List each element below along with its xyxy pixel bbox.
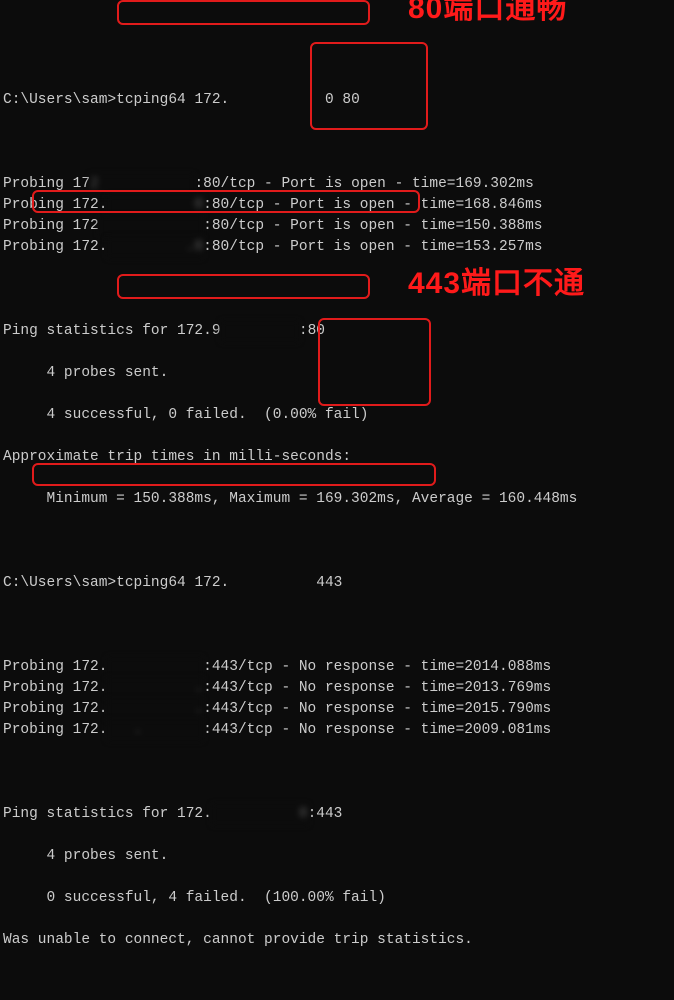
terminal-output: C:\Users\sam>tcping64 172. 443 — [3, 573, 674, 594]
unable-line: Was unable to connect, cannot provide tr… — [3, 930, 674, 951]
port-status: Port is open — [290, 197, 394, 213]
annotation-80: 80端口通畅 — [408, 0, 567, 19]
port-status: No response — [299, 680, 395, 696]
blank — [3, 762, 674, 783]
prompt: C:\Users\sam> — [3, 92, 116, 108]
port-status: No response — [299, 659, 395, 675]
probe-line: Probing 172. .0:80/tcp - Port is open - … — [3, 237, 674, 258]
stats-result-1: 4 successful, 0 failed. (0.00% fail) — [3, 405, 674, 426]
prompt: C:\Users\sam> — [3, 575, 116, 591]
approx-header: Approximate trip times in milli-seconds: — [3, 447, 674, 468]
probe-line: Probing 172 :80/tcp - Port is open - tim… — [3, 174, 674, 195]
stats-header-2: Ping statistics for 172. 0:443 — [3, 804, 674, 825]
redacted: 0 — [212, 804, 308, 825]
stats-result-2: 0 successful, 4 failed. (100.00% fail) — [3, 888, 674, 909]
probe-line: Probing 172. .:443/tcp - No response - t… — [3, 678, 674, 699]
redacted — [107, 657, 203, 678]
probe-line: Probing 172 :80/tcp - Port is open - tim… — [3, 216, 674, 237]
port-status: Port is open — [281, 176, 385, 192]
command-2: tcping64 172. 443 — [116, 575, 342, 591]
blank — [3, 279, 674, 300]
port-status: Port is open — [290, 239, 394, 255]
stats-sent-2: 4 probes sent. — [3, 846, 674, 867]
blank — [3, 531, 674, 552]
probe-line: Probing 172. :443/tcp - No response - ti… — [3, 657, 674, 678]
stats-header-1: Ping statistics for 172.9 :80 — [3, 321, 674, 342]
redacted — [221, 321, 299, 342]
highlight-box — [310, 42, 428, 130]
highlight-box — [117, 0, 370, 25]
redacted: . — [107, 678, 203, 699]
redacted — [99, 216, 203, 237]
blank — [3, 615, 674, 636]
probe-line: Probing 172. 0:80/tcp - Port is open - t… — [3, 195, 674, 216]
stats-sent-1: 4 probes sent. — [3, 363, 674, 384]
command-1: tcping64 172. 0 80 — [116, 92, 360, 108]
redacted: . — [107, 699, 203, 720]
port-status: No response — [299, 722, 395, 738]
terminal-output: C:\Users\sam>tcping64 172. 0 80 — [3, 90, 674, 111]
probe-line: Probing 172. . :443/tcp - No response - … — [3, 720, 674, 741]
port-status: Port is open — [290, 218, 394, 234]
probe-line: Probing 172. .:443/tcp - No response - t… — [3, 699, 674, 720]
port-status: No response — [299, 701, 395, 717]
redacted: 0 — [107, 195, 203, 216]
redacted: .0 — [107, 237, 203, 258]
redacted: . — [107, 720, 203, 741]
blank — [3, 132, 674, 153]
redacted: 2 — [90, 174, 194, 195]
